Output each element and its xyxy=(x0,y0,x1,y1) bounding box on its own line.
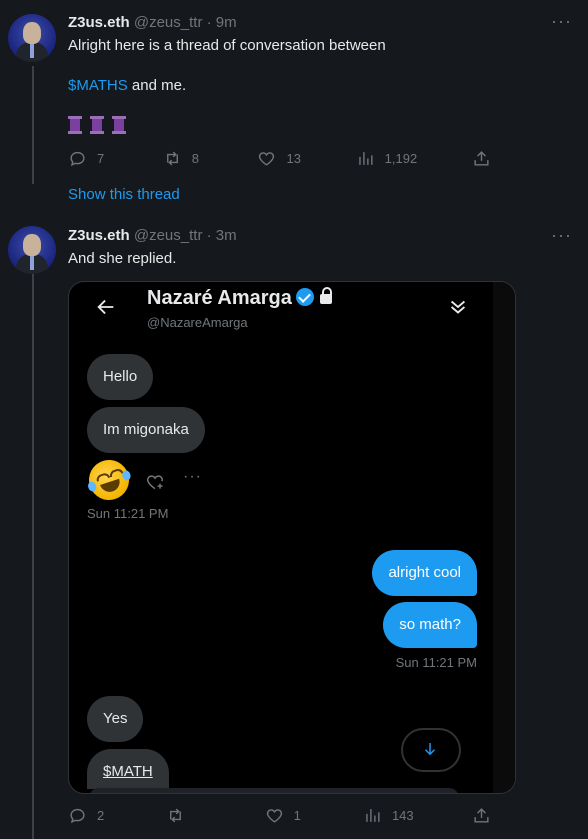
like-button[interactable]: 13 xyxy=(257,148,301,168)
add-reaction-icon xyxy=(146,475,164,490)
message-timestamp: Sun 11:21 PM xyxy=(395,655,477,670)
thread-line xyxy=(32,66,34,184)
reply-button[interactable]: 7 xyxy=(68,148,108,168)
heart-icon xyxy=(266,808,282,823)
cashtag-link[interactable]: $MATHS xyxy=(68,77,128,94)
heart-icon xyxy=(259,151,275,166)
message-bubble-outgoing: alright cool xyxy=(372,550,477,596)
retweet-count: 8 xyxy=(191,150,199,166)
dm-composer xyxy=(89,788,459,793)
reply-count: 7 xyxy=(97,150,105,166)
dm-scrollbar xyxy=(493,282,515,793)
more-options-icon[interactable]: ··· xyxy=(551,226,572,244)
handle[interactable]: @zeus_ttr xyxy=(134,227,203,244)
tweet-text: Alright here is a thread of conversation… xyxy=(68,37,386,54)
like-count: 1 xyxy=(293,807,301,823)
avatar[interactable] xyxy=(8,226,56,274)
thread-spool-emoji xyxy=(68,116,82,134)
dm-header: Nazaré Amarga @NazareAmarga xyxy=(69,282,515,342)
views-button[interactable]: 143 xyxy=(363,805,414,825)
scroll-to-bottom-button xyxy=(401,728,461,772)
retweet-button[interactable]: 8 xyxy=(163,148,203,168)
message-bubble-incoming: $MATH xyxy=(87,749,169,789)
dm-contact-name-row: Nazaré Amarga xyxy=(147,287,332,310)
message-more-icon: ··· xyxy=(183,468,202,485)
thread-line xyxy=(32,274,34,839)
more-options-icon[interactable]: ··· xyxy=(551,12,572,30)
thread-spool-emoji xyxy=(112,116,126,134)
reply-icon xyxy=(70,151,85,166)
message-bubble-outgoing: so math? xyxy=(383,602,477,648)
tweet-actions: 2 1 143 xyxy=(68,805,492,825)
emoji-row xyxy=(68,116,134,140)
verified-badge-icon xyxy=(295,288,314,306)
dot-separator: · xyxy=(206,14,212,31)
message-timestamp: Sun 11:21 PM xyxy=(87,506,169,521)
like-count: 13 xyxy=(286,150,301,166)
display-name[interactable]: Z3us.eth xyxy=(68,227,130,244)
retweet-button[interactable] xyxy=(166,805,206,825)
arrow-down-icon xyxy=(424,743,436,756)
attached-image[interactable]: Nazaré Amarga @NazareAmarga Hello Im mig… xyxy=(68,281,516,794)
show-this-thread-link[interactable]: Show this thread xyxy=(68,186,180,203)
handle[interactable]: @zeus_ttr xyxy=(134,14,203,31)
message-bubble-incoming: Yes xyxy=(87,696,144,742)
tweet-text: And she replied. xyxy=(68,250,177,267)
collapse-chevrons-icon xyxy=(450,300,466,314)
message-bubble-incoming: Hello xyxy=(87,354,154,400)
avatar[interactable] xyxy=(8,14,56,62)
dot-separator: · xyxy=(206,227,212,244)
share-icon xyxy=(474,150,489,166)
display-name[interactable]: Z3us.eth xyxy=(68,14,130,31)
rolling-on-floor-laughing-emoji-icon xyxy=(83,454,135,506)
view-count: 143 xyxy=(391,807,414,823)
retweet-icon xyxy=(170,808,182,822)
timestamp[interactable]: 3m xyxy=(216,227,237,244)
retweet-icon xyxy=(166,151,178,165)
message-cashtag: $MATH xyxy=(103,763,153,780)
message-bubble-incoming: Im migonaka xyxy=(87,407,205,453)
timestamp[interactable]: 9m xyxy=(216,14,237,31)
analytics-icon xyxy=(358,151,373,165)
analytics-icon xyxy=(366,808,380,822)
reply-count: 2 xyxy=(97,807,105,823)
tweet-text-line2: $MATHS and me. xyxy=(68,76,186,96)
reply-button[interactable]: 2 xyxy=(68,805,108,825)
share-button[interactable] xyxy=(472,805,492,825)
dm-contact-name: Nazaré Amarga xyxy=(147,287,292,309)
share-icon xyxy=(474,807,489,823)
tweet-text-after-cashtag: and me. xyxy=(131,77,187,94)
back-arrow-icon xyxy=(97,299,114,315)
views-button[interactable]: 1,192 xyxy=(356,148,418,168)
tweet-actions: 7 8 13 1,192 xyxy=(68,148,492,168)
tweet-header: Z3us.eth @zeus_ttr · 9m xyxy=(68,13,237,33)
share-button[interactable] xyxy=(472,148,492,168)
lock-icon xyxy=(319,287,332,304)
reply-icon xyxy=(70,808,85,823)
view-count: 1,192 xyxy=(384,150,418,166)
like-button[interactable]: 1 xyxy=(265,805,305,825)
tweet-header: Z3us.eth @zeus_ttr · 3m xyxy=(68,226,237,246)
thread-spool-emoji xyxy=(90,116,104,134)
dm-contact-handle: @NazareAmarga xyxy=(147,315,248,330)
